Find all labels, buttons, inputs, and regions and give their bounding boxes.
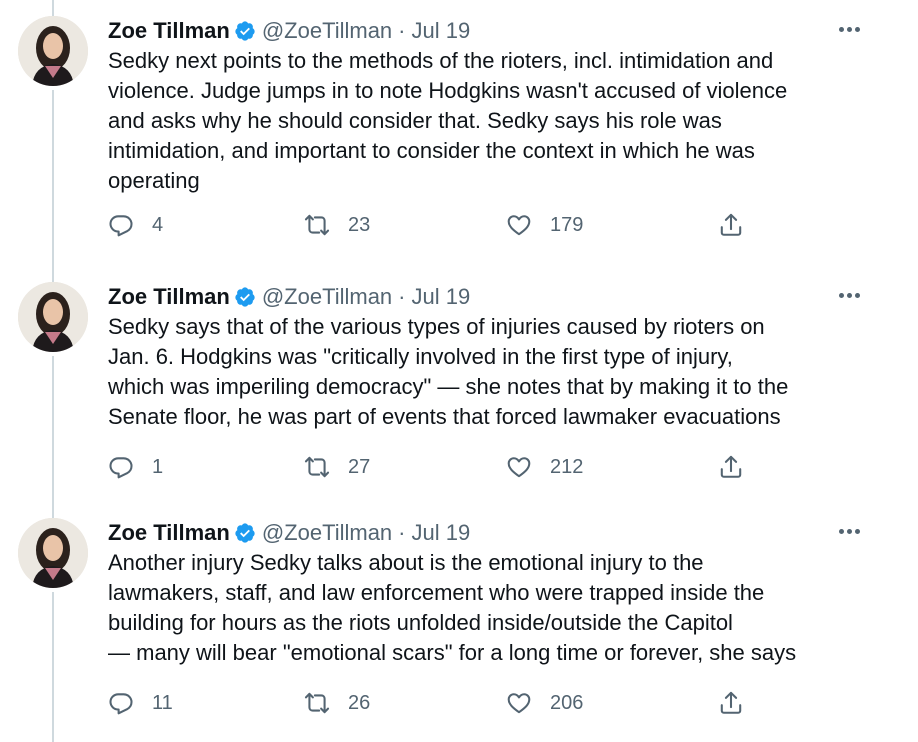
tweet[interactable]: Zoe Tillman @ZoeTillman · Jul 19 Another… (0, 502, 918, 738)
reply-count: 1 (152, 455, 164, 478)
author-name[interactable]: Zoe Tillman (108, 18, 230, 44)
tweet-text: Sedky next points to the methods of the … (108, 48, 788, 193)
share-icon (720, 691, 742, 714)
reply-icon (109, 693, 133, 715)
retweet-button[interactable]: 27 (304, 450, 370, 484)
tweet-text: Another injury Sedky talks about is the … (108, 550, 797, 665)
tweet-text: Sedky says that of the various types of … (108, 314, 789, 429)
heart-icon (507, 457, 531, 478)
tweet-header: Zoe Tillman @ZoeTillman · Jul 19 (108, 518, 470, 548)
more-options-icon[interactable] (836, 284, 862, 306)
share-button[interactable] (718, 450, 744, 484)
reply-icon (109, 215, 133, 237)
retweet-icon (304, 214, 330, 236)
author-handle[interactable]: @ZoeTillman (262, 284, 392, 310)
tweet-actions: 11 26 206 (108, 686, 758, 720)
heart-icon (507, 693, 531, 714)
reply-button[interactable]: 11 (108, 686, 173, 720)
like-count: 212 (550, 455, 584, 478)
author-name[interactable]: Zoe Tillman (108, 284, 230, 310)
avatar-image (18, 518, 88, 588)
tweet-actions: 1 27 212 (108, 450, 758, 484)
heart-icon (507, 215, 531, 236)
avatar[interactable] (18, 518, 88, 588)
tweet[interactable]: Zoe Tillman @ZoeTillman · Jul 19 Sedky n… (0, 0, 918, 237)
author-handle[interactable]: @ZoeTillman (262, 520, 392, 546)
more-options-icon[interactable] (836, 520, 862, 542)
tweet-actions: 4 23 179 (108, 208, 758, 242)
avatar-image (18, 282, 88, 352)
like-count: 179 (550, 213, 584, 236)
retweet-icon (304, 456, 330, 478)
reply-button[interactable]: 4 (108, 208, 163, 242)
reply-count: 4 (152, 213, 164, 236)
like-button[interactable]: 206 (506, 686, 583, 720)
more-options-icon[interactable] (836, 18, 862, 40)
avatar-image (18, 16, 88, 86)
share-button[interactable] (718, 208, 744, 242)
reply-button[interactable]: 1 (108, 450, 163, 484)
tweet-date[interactable]: Jul 19 (412, 520, 471, 546)
retweet-button[interactable]: 23 (304, 208, 370, 242)
avatar[interactable] (18, 282, 88, 352)
reply-count: 11 (152, 691, 173, 714)
share-icon (720, 455, 742, 478)
share-icon (720, 213, 742, 236)
author-handle[interactable]: @ZoeTillman (262, 18, 392, 44)
header-separator: · (398, 284, 406, 309)
like-button[interactable]: 179 (506, 208, 583, 242)
verified-badge-icon (234, 522, 256, 544)
tweet-header: Zoe Tillman @ZoeTillman · Jul 19 (108, 282, 470, 312)
tweet-date[interactable]: Jul 19 (412, 18, 471, 44)
like-button[interactable]: 212 (506, 450, 583, 484)
retweet-count: 26 (348, 691, 371, 714)
retweet-count: 23 (348, 213, 371, 236)
avatar[interactable] (18, 16, 88, 86)
verified-badge-icon (234, 20, 256, 42)
retweet-count: 27 (348, 455, 371, 478)
like-count: 206 (550, 691, 584, 714)
header-separator: · (398, 520, 406, 545)
tweet[interactable]: Zoe Tillman @ZoeTillman · Jul 19 Sedky s… (0, 266, 918, 502)
tweet-header: Zoe Tillman @ZoeTillman · Jul 19 (108, 16, 470, 46)
verified-badge-icon (234, 286, 256, 308)
reply-icon (109, 457, 133, 479)
header-separator: · (398, 18, 406, 43)
tweet-date[interactable]: Jul 19 (412, 284, 471, 310)
retweet-button[interactable]: 26 (304, 686, 370, 720)
author-name[interactable]: Zoe Tillman (108, 520, 230, 546)
share-button[interactable] (718, 686, 744, 720)
retweet-icon (304, 692, 330, 714)
